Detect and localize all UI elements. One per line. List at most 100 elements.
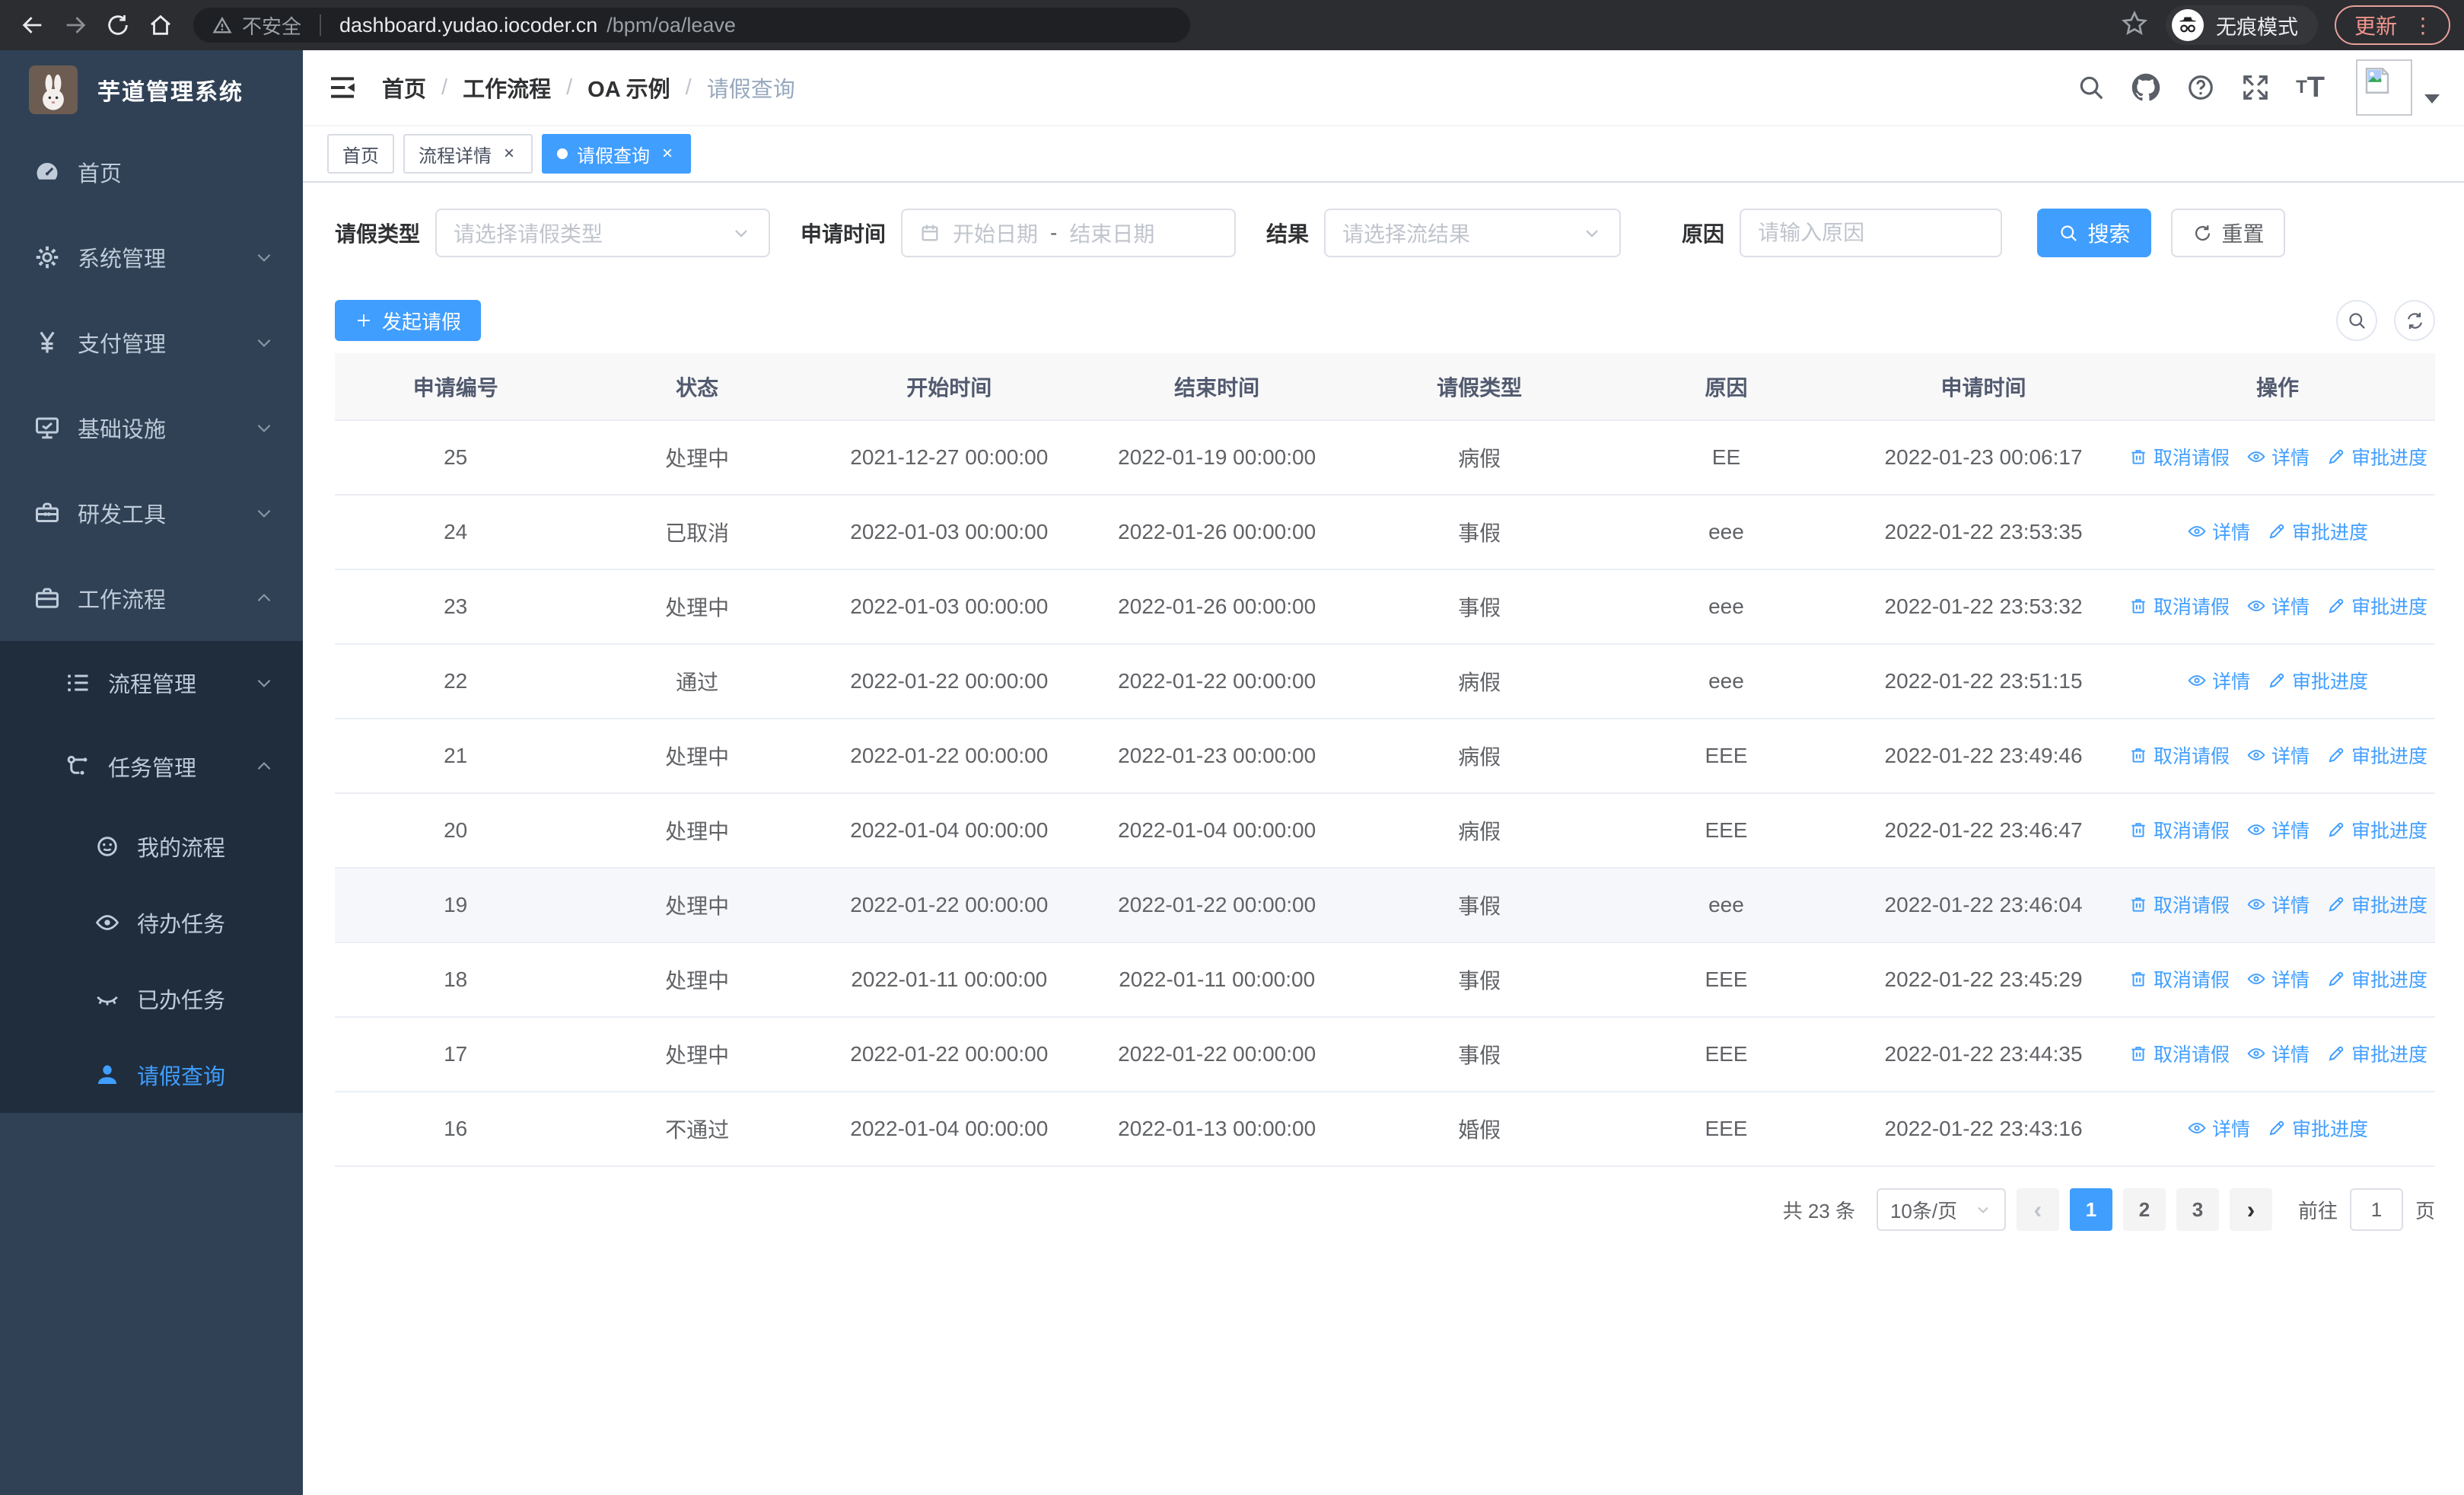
page-button-3[interactable]: 3 xyxy=(2176,1188,2219,1231)
browser-reload-button[interactable] xyxy=(99,6,137,44)
action-detail-link[interactable]: 详情 xyxy=(2246,965,2310,993)
header-search-button[interactable] xyxy=(2064,73,2119,102)
action-detail-link[interactable]: 详情 xyxy=(2187,667,2250,694)
page-button-1[interactable]: 1 xyxy=(2069,1188,2112,1231)
action-detail-link[interactable]: 详情 xyxy=(2187,518,2250,545)
breadcrumb-item[interactable]: OA 示例 xyxy=(587,72,670,104)
chevron-down-icon xyxy=(254,247,274,267)
action-progress-link[interactable]: 审批进度 xyxy=(2267,1114,2368,1142)
browser-update-button[interactable]: 更新 ⋮ xyxy=(2334,5,2450,45)
sidebar-item-home[interactable]: 首页 xyxy=(0,129,303,215)
bookmark-star-button[interactable] xyxy=(2108,9,2161,42)
reason-input[interactable] xyxy=(1758,221,1985,245)
briefcase-icon xyxy=(33,585,61,612)
action-detail-link[interactable]: 详情 xyxy=(2246,1040,2310,1067)
cell-type: 事假 xyxy=(1353,495,1606,570)
action-cancel-link[interactable]: 取消请假 xyxy=(2128,1040,2230,1067)
action-detail-link[interactable]: 详情 xyxy=(2187,1114,2250,1142)
cell-id: 20 xyxy=(335,793,577,869)
sidebar-collapse-button[interactable] xyxy=(327,72,358,103)
tag-首页[interactable]: 首页 xyxy=(327,134,394,174)
avatar-caret-down-icon[interactable] xyxy=(2424,94,2440,104)
sidebar-item-task-mgmt[interactable]: 任务管理 xyxy=(0,725,303,808)
action-progress-link[interactable]: 审批进度 xyxy=(2326,741,2427,769)
action-progress-link[interactable]: 审批进度 xyxy=(2267,667,2368,694)
page-number-buttons: 123 xyxy=(2069,1188,2219,1231)
sidebar-item-done-tasks[interactable]: 已办任务 xyxy=(0,961,303,1037)
tag-close-icon[interactable]: × xyxy=(501,143,517,164)
browser-menu-dots-icon[interactable]: ⋮ xyxy=(2412,13,2434,38)
refresh-table-button[interactable] xyxy=(2394,300,2435,341)
sidebar-item-workflow[interactable]: 工作流程 xyxy=(0,556,303,641)
action-cancel-link[interactable]: 取消请假 xyxy=(2128,443,2230,470)
column-header: 操作 xyxy=(2119,353,2435,421)
page-content: 请假类型 请选择请假类型 申请时间 开始日期 - 结束日期 结果 请选择流结果 xyxy=(303,183,2464,1495)
tag-请假查询[interactable]: 请假查询 × xyxy=(542,134,692,174)
toggle-search-button[interactable] xyxy=(2336,300,2377,341)
action-detail-link[interactable]: 详情 xyxy=(2246,592,2310,620)
sidebar-item-system[interactable]: 系统管理 xyxy=(0,215,303,300)
action-progress-link[interactable]: 审批进度 xyxy=(2326,891,2427,918)
browser-forward-button[interactable] xyxy=(56,6,94,44)
browser-back-button[interactable] xyxy=(14,6,52,44)
page-size-select[interactable]: 10条/页 xyxy=(1876,1188,2006,1231)
hamburger-icon xyxy=(331,77,355,98)
breadcrumb-item[interactable]: 首页 xyxy=(382,72,426,104)
cell-end: 2022-01-22 00:00:00 xyxy=(1080,868,1354,943)
action-cancel-link[interactable]: 取消请假 xyxy=(2128,592,2230,620)
apply-time-range-picker[interactable]: 开始日期 - 结束日期 xyxy=(901,209,1237,257)
page-button-2[interactable]: 2 xyxy=(2122,1188,2166,1231)
cell-actions: 取消请假 详情 审批进度 xyxy=(2119,868,2435,943)
user-avatar[interactable] xyxy=(2356,59,2412,116)
security-label: 不安全 xyxy=(242,14,302,38)
action-cancel-link[interactable]: 取消请假 xyxy=(2128,816,2230,843)
address-bar[interactable]: 不安全 dashboard.yudao.iocoder.cn/bpm/oa/le… xyxy=(193,8,1190,43)
create-leave-button[interactable]: 发起请假 xyxy=(335,300,482,341)
github-link[interactable] xyxy=(2119,73,2173,102)
sidebar-logo[interactable]: 芋道管理系统 xyxy=(0,50,303,129)
browser-home-button[interactable] xyxy=(142,6,180,44)
action-progress-link[interactable]: 审批进度 xyxy=(2326,1040,2427,1067)
action-detail-link[interactable]: 详情 xyxy=(2246,741,2310,769)
action-detail-link[interactable]: 详情 xyxy=(2246,816,2310,843)
action-cancel-link[interactable]: 取消请假 xyxy=(2128,741,2230,769)
breadcrumb-item[interactable]: 工作流程 xyxy=(463,72,551,104)
leave-type-select[interactable]: 请选择请假类型 xyxy=(435,209,771,257)
tag-流程详情[interactable]: 流程详情 × xyxy=(403,134,533,174)
table-tools xyxy=(2336,300,2435,341)
sidebar-item-leave-query[interactable]: 请假查询 xyxy=(0,1037,303,1113)
sidebar-item-payment[interactable]: 支付管理 xyxy=(0,300,303,385)
action-detail-link[interactable]: 详情 xyxy=(2246,443,2310,470)
chevron-down-icon xyxy=(254,418,274,438)
prev-page-button[interactable]: ‹ xyxy=(2016,1188,2059,1231)
action-progress-link[interactable]: 审批进度 xyxy=(2326,443,2427,470)
fullscreen-button[interactable] xyxy=(2228,73,2283,102)
cell-type: 事假 xyxy=(1353,1017,1606,1092)
goto-unit-label: 页 xyxy=(2415,1199,2435,1222)
action-progress-link[interactable]: 审批进度 xyxy=(2326,592,2427,620)
search-button[interactable]: 搜索 xyxy=(2037,209,2152,257)
result-select[interactable]: 请选择流结果 xyxy=(1324,209,1622,257)
sidebar-item-todo-tasks[interactable]: 待办任务 xyxy=(0,885,303,961)
tag-close-icon[interactable]: × xyxy=(659,143,676,164)
sidebar-item-process-mgmt[interactable]: 流程管理 xyxy=(0,641,303,725)
font-size-button[interactable]: TT xyxy=(2283,73,2338,102)
action-cancel-link[interactable]: 取消请假 xyxy=(2128,891,2230,918)
next-page-button[interactable]: › xyxy=(2229,1188,2272,1231)
action-detail-link[interactable]: 详情 xyxy=(2246,891,2310,918)
action-label: 审批进度 xyxy=(2291,522,2368,543)
sidebar-item-my-process[interactable]: 我的流程 xyxy=(0,808,303,885)
help-button[interactable] xyxy=(2173,73,2228,102)
action-progress-link[interactable]: 审批进度 xyxy=(2326,816,2427,843)
sidebar-item-infra[interactable]: 基础设施 xyxy=(0,385,303,470)
goto-page-input[interactable] xyxy=(2349,1188,2403,1231)
sidebar-item-dev-tools[interactable]: 研发工具 xyxy=(0,470,303,556)
reset-button[interactable]: 重置 xyxy=(2171,209,2286,257)
action-progress-link[interactable]: 审批进度 xyxy=(2267,518,2368,545)
action-progress-link[interactable]: 审批进度 xyxy=(2326,965,2427,993)
cell-start: 2022-01-04 00:00:00 xyxy=(817,793,1081,869)
cell-status: 处理中 xyxy=(576,868,818,943)
action-cancel-link[interactable]: 取消请假 xyxy=(2128,965,2230,993)
action-label: 审批进度 xyxy=(2351,448,2427,469)
action-label: 详情 xyxy=(2211,671,2250,693)
